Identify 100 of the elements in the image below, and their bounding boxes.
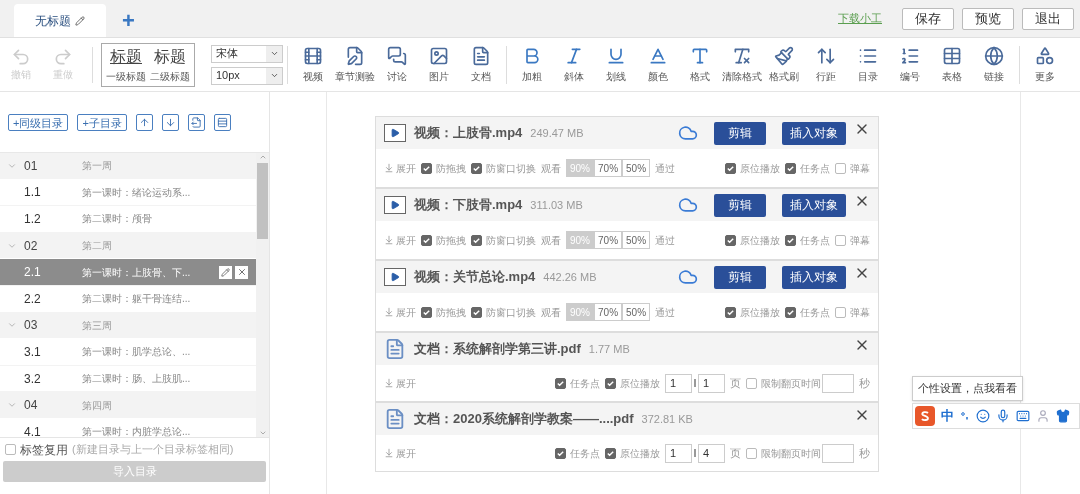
toolbar-button[interactable]: 章节测验 [334,45,376,84]
action-button[interactable]: 剪辑 [714,193,766,217]
checkbox[interactable] [421,162,432,174]
expand-arrow-icon[interactable] [384,307,394,317]
toolbar-button[interactable]: 图片 [418,45,460,84]
action-button[interactable]: 插入对象 [782,265,846,289]
action-button[interactable]: 剪辑 [714,121,766,145]
checkbox[interactable] [421,306,432,318]
checkbox[interactable] [5,444,16,455]
toolbar-button[interactable]: 格式刷 [763,45,805,84]
checkbox[interactable] [555,447,566,459]
logo-icon[interactable] [915,406,935,426]
checkbox[interactable] [746,377,757,389]
checkbox[interactable] [725,306,736,318]
top-button[interactable]: 保存 [902,7,954,30]
edit-icon[interactable] [219,265,232,279]
toolbar-button[interactable]: 目录 [847,45,889,84]
action-button[interactable]: 剪辑 [714,265,766,289]
seconds-field[interactable] [822,373,854,393]
document-tab[interactable]: 无标题 [14,4,106,37]
checkbox[interactable] [605,377,616,389]
toolbar-button[interactable]: 视频 [292,45,334,84]
page-to-field[interactable]: 1 [698,373,725,393]
cloud-icon[interactable] [678,123,698,143]
document-icon [384,408,406,430]
percent-option[interactable]: 70% [594,159,623,177]
punctuation-icon[interactable] [960,411,970,421]
toolbar-button[interactable]: 编号 [889,45,931,84]
rows-icon[interactable] [213,113,231,131]
document-icon [384,338,406,360]
toolbar-button[interactable]: 斜体 [553,45,595,84]
smiley-icon[interactable] [976,409,990,423]
cloud-icon[interactable] [678,267,698,287]
toolbar-button[interactable]: 划线 [595,45,637,84]
action-button[interactable]: 插入对象 [782,121,846,145]
toolbar-button[interactable]: 表格 [931,45,973,84]
outline-section-row[interactable]: 03 第三周 [0,312,256,340]
add-tab-button[interactable]: + [118,4,139,37]
checkbox[interactable] [725,234,736,246]
checkbox[interactable] [471,162,482,174]
scrollbar-thumb[interactable] [257,163,268,239]
checkbox[interactable] [835,234,846,246]
checkbox[interactable] [421,234,432,246]
outline-section-row[interactable]: 04 第四周 [0,392,256,419]
toolbar-button[interactable]: 清除格式 [721,45,763,84]
microphone-icon[interactable] [996,409,1010,423]
checkbox[interactable] [835,306,846,318]
checkbox[interactable] [725,162,736,174]
checkbox[interactable] [835,162,846,174]
toolbar-button[interactable]: 行距 [805,45,847,84]
add-outline-button[interactable]: +子目录 [77,113,127,131]
film-icon [303,45,323,66]
percent-option[interactable]: 50% [622,231,651,249]
checkbox[interactable] [785,306,796,318]
heading-style-option[interactable]: 标题 一级标题 [106,45,146,84]
toolbar-button[interactable]: 讨论 [376,45,418,84]
file-title: 文档：2020系统解剖学教案——....pdf [414,410,634,429]
percent-option[interactable]: 50% [622,303,651,321]
delete-icon[interactable] [235,265,248,279]
percent-option[interactable]: 70% [594,303,623,321]
top-button[interactable]: 预览 [962,7,1014,30]
font-size-select[interactable]: 10px [211,66,283,85]
toolbar-button[interactable]: 格式 [679,45,721,84]
top-button[interactable]: 退出 [1022,7,1074,30]
file-export-icon[interactable] [187,113,205,131]
expand-arrow-icon[interactable] [384,448,394,458]
action-button[interactable]: 插入对象 [782,193,846,217]
checkbox[interactable] [471,306,482,318]
checkbox[interactable] [785,162,796,174]
toolbar-button[interactable]: 加粗 [511,45,553,84]
pencil-icon[interactable] [75,15,85,26]
seconds-field[interactable] [822,443,854,463]
expand-arrow-icon[interactable] [384,163,394,173]
toolbar-button[interactable]: 颜色 [637,45,679,84]
page-from-field[interactable]: 1 [665,373,692,393]
checkbox[interactable] [785,234,796,246]
input-mode-toggle[interactable]: 中 [941,406,954,426]
toolbar-button[interactable]: 更多 [1024,45,1066,84]
page-to-field[interactable]: 4 [698,443,725,463]
keyboard-icon[interactable] [1016,409,1030,423]
expand-arrow-icon[interactable] [384,378,394,388]
user-icon[interactable] [1036,409,1050,423]
percent-option[interactable]: 50% [622,159,651,177]
font-select[interactable]: 宋体 [211,44,283,63]
add-outline-button[interactable]: +同级目录 [8,113,69,131]
page-from-field[interactable]: 1 [665,443,692,463]
arrow-up-icon[interactable] [135,113,153,131]
checkbox[interactable] [746,447,757,459]
toolbar-button[interactable]: 链接 [973,45,1015,84]
arrow-down-icon[interactable] [161,113,179,131]
expand-arrow-icon[interactable] [384,235,394,245]
checkbox[interactable] [605,447,616,459]
shirt-icon[interactable] [1056,409,1070,423]
checkbox[interactable] [555,377,566,389]
checkbox[interactable] [471,234,482,246]
toolbar-button[interactable]: 文档 [460,45,502,84]
cloud-icon[interactable] [678,195,698,215]
heading-style-option[interactable]: 标题 二级标题 [150,45,190,84]
percent-option[interactable]: 70% [594,231,623,249]
scrollbar[interactable] [256,153,269,437]
